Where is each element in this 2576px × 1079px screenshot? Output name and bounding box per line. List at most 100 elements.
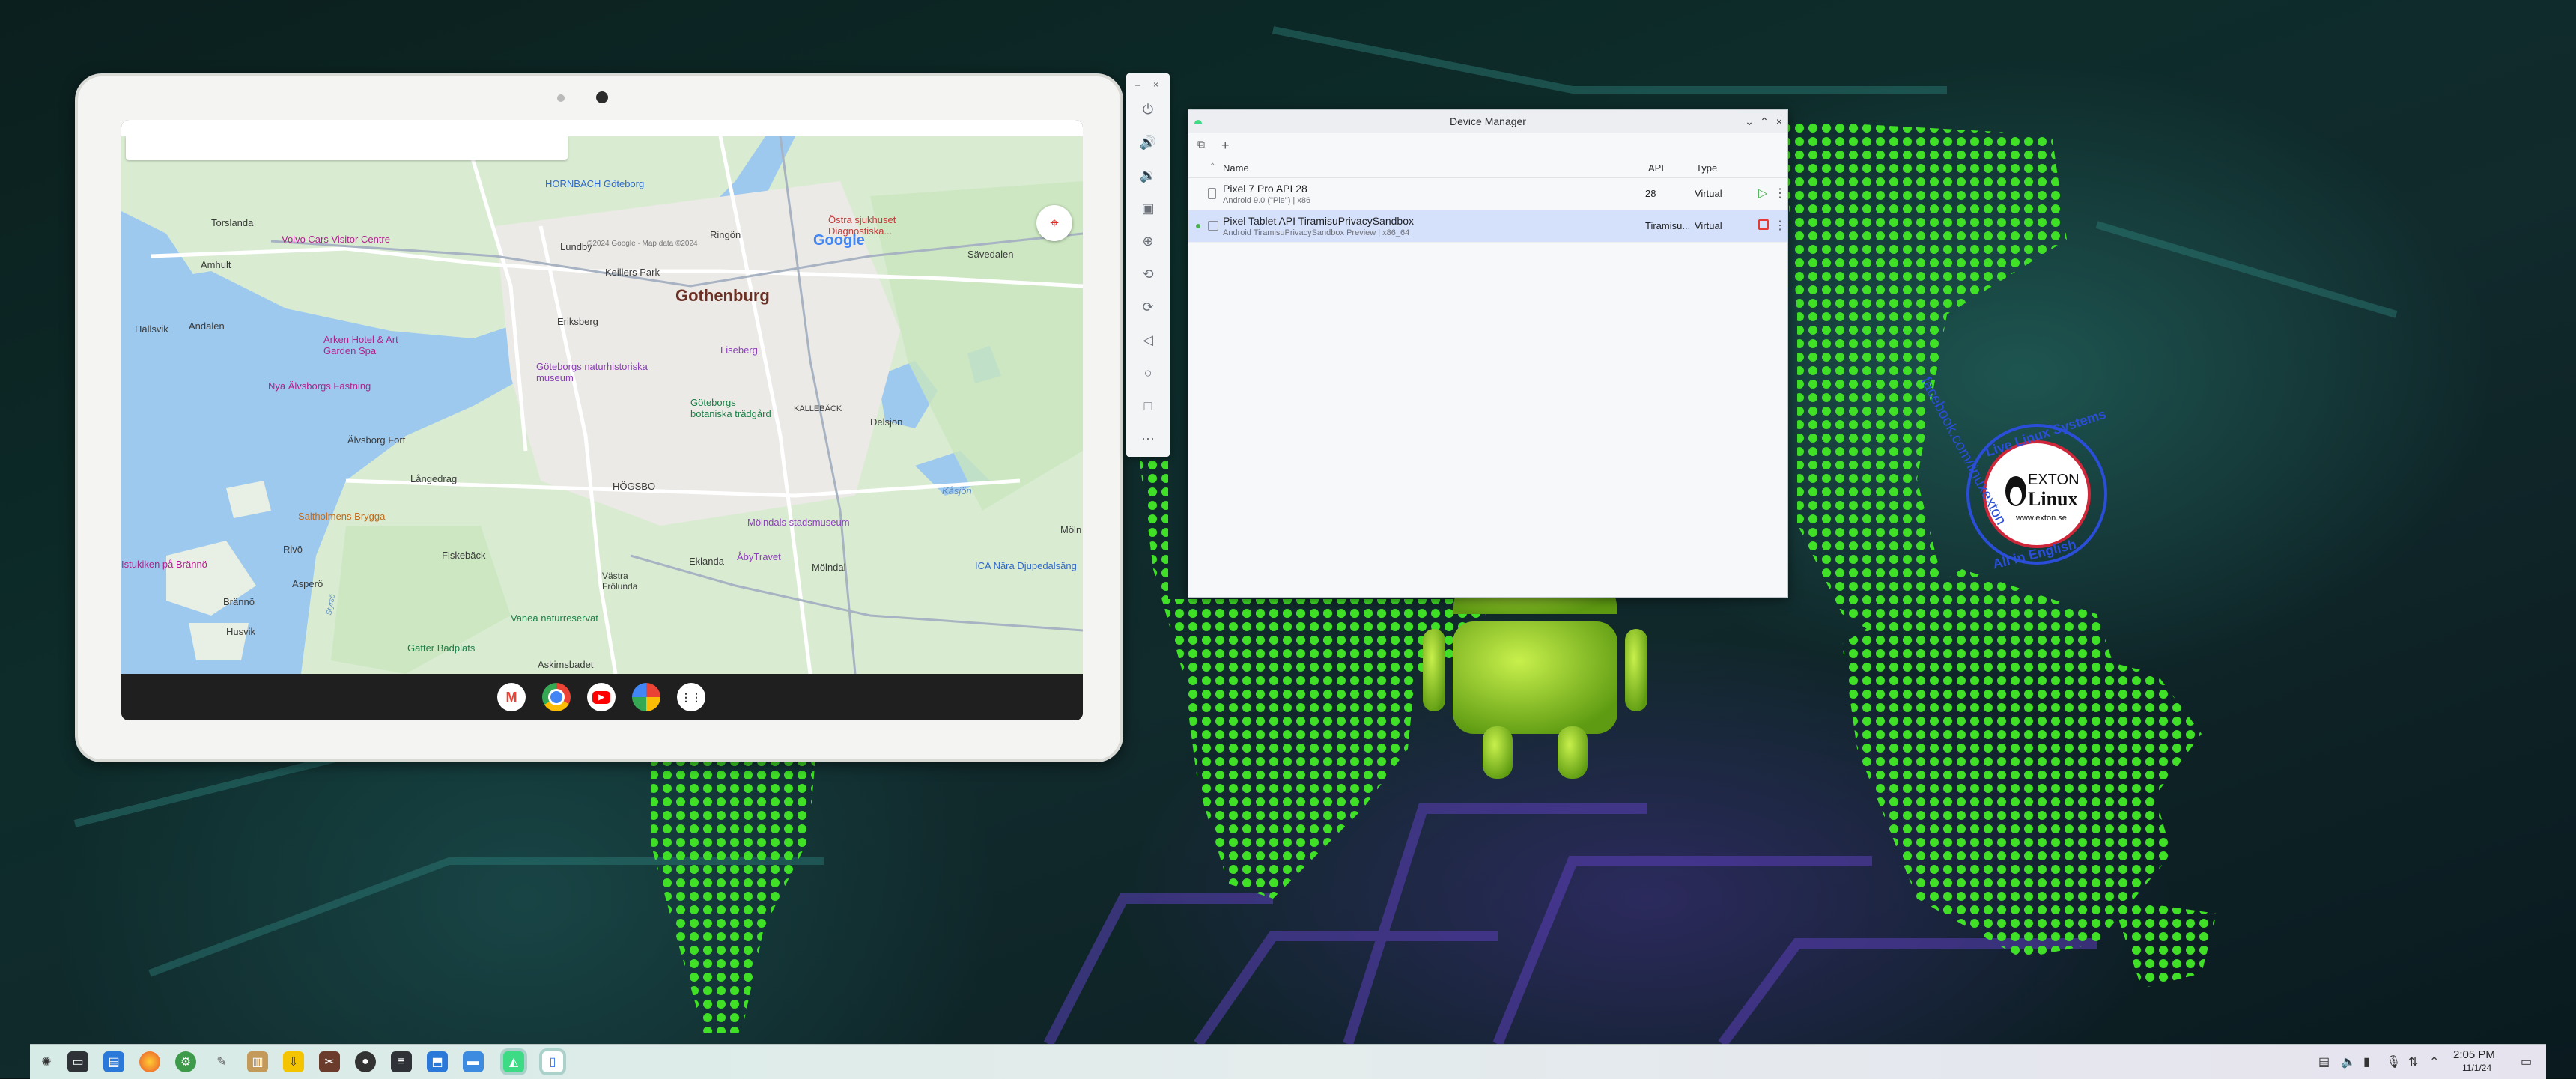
show-desktop-icon[interactable]: ▭ [2521,1054,2532,1069]
sort-icon[interactable]: ⌃ [1209,162,1215,171]
gimp-icon[interactable]: ✎ [211,1051,232,1072]
android-studio-taskbar-icon[interactable]: ◭ [503,1051,524,1072]
map-label: HORNBACH Göteborg [545,178,645,189]
column-type[interactable]: Type [1696,162,1717,174]
play-icon[interactable]: ▷ [1758,186,1767,201]
more-actions-icon[interactable]: ⋮ [1774,218,1786,233]
chrome-icon[interactable] [542,683,571,711]
volume-icon[interactable]: 🔈 [2341,1054,2356,1069]
close-icon[interactable]: × [1153,79,1158,90]
volume-down-icon[interactable]: 🔉 [1137,165,1158,186]
device-name: Pixel Tablet API TiramisuPrivacySandbox [1223,215,1414,227]
rotate-left-icon[interactable]: ⟲ [1137,264,1158,285]
close-icon[interactable]: × [1771,110,1787,133]
system-monitor-icon[interactable]: ≡ [391,1051,412,1072]
emulator-tablet-frame: Gothenburg Torslanda Amhult Hällsvik And… [75,73,1123,762]
device-api: Tiramisu... [1645,220,1691,231]
front-camera [596,91,608,103]
rotate-right-icon[interactable]: ⟳ [1137,297,1158,317]
more-actions-icon[interactable]: ⋮ [1774,186,1786,201]
screenshot-icon[interactable]: ▣ [1137,198,1158,219]
back-icon[interactable]: ◁ [1137,329,1158,350]
map-label: Brännö [223,596,255,607]
watermark-center-line1: EXTON [2028,472,2080,488]
file-manager-icon[interactable]: ▤ [103,1051,124,1072]
tray-expand-icon[interactable]: ⌃ [2429,1054,2439,1069]
firefox-icon[interactable] [139,1051,160,1072]
map-label: Liseberg [720,344,758,356]
crosshair-icon: ⌖ [1050,214,1059,231]
column-name[interactable]: Name [1223,162,1249,174]
tablet-dock: M ▶ ⋮⋮ [121,674,1083,720]
overview-icon[interactable]: □ [1137,395,1158,416]
map-label: Kåsjön [942,485,972,496]
emulator-toolbar: – × ⏻ 🔊 🔉 ▣ ⊕ ⟲ ⟳ ◁ ○ □ ⋯ [1126,73,1170,457]
add-device-icon[interactable]: + [1221,138,1230,154]
clock-time[interactable]: 2:05 PM [2453,1048,2495,1061]
device-name: Pixel 7 Pro API 28 [1223,183,1307,195]
map-label: Älvsborg Fort [347,434,406,446]
media-icon[interactable]: ● [355,1051,376,1072]
map-label: ÅbyTravet [737,551,781,562]
map-label: Göteborgs naturhistoriska museum [536,361,648,383]
map-label: Arken Hotel & Art Garden Spa [323,334,398,356]
device-row-selected[interactable]: Pixel Tablet API TiramisuPrivacySandbox … [1188,210,1787,243]
emulator-taskbar-icon[interactable]: ▯ [542,1051,563,1072]
device-mirroring-icon[interactable]: ⧉ [1197,138,1205,151]
battery-icon[interactable]: ▮ [2363,1054,2370,1069]
zoom-icon[interactable]: ⊕ [1137,231,1158,252]
device-table-header: ⌃ Name API Type [1188,158,1787,178]
maximize-icon[interactable]: ⌃ [1756,110,1772,133]
volume-up-icon[interactable]: 🔊 [1137,132,1158,153]
terminal-icon[interactable]: ▭ [67,1051,88,1072]
youtube-icon[interactable]: ▶ [587,683,616,711]
minimize-icon[interactable]: – [1135,79,1140,90]
store-icon[interactable]: ⬒ [427,1051,448,1072]
download-icon[interactable]: ⇩ [283,1051,304,1072]
more-icon[interactable]: ⋯ [1137,428,1158,449]
device-row[interactable]: Pixel 7 Pro API 28 Android 9.0 ("Pie") |… [1188,178,1787,210]
search-bar[interactable] [126,136,568,160]
archive-icon[interactable]: ▥ [247,1051,268,1072]
app-drawer-icon[interactable]: ⋮⋮ [677,683,705,711]
network-icon[interactable]: ⇅ [2408,1054,2418,1069]
map-label: Delsjön [870,416,903,428]
map-label: Gatter Badplats [407,642,476,654]
map-label: Ringön [710,229,741,240]
google-logo: Google [813,232,865,249]
map-label: KALLEBÄCK [794,404,842,413]
home-icon[interactable]: ○ [1137,362,1158,383]
settings-icon[interactable]: ⚙ [175,1051,196,1072]
map-label: Långedrag [410,473,458,484]
microphone-icon[interactable]: 🎙 [2386,1054,2401,1069]
running-indicator [1196,224,1200,228]
map-label: Torslanda [211,217,254,228]
map-label: Rivö [283,544,303,555]
chevron-down-icon[interactable]: ⌄ [1741,110,1758,133]
map-label: Asperö [292,578,323,589]
folder-icon[interactable]: ▬ [463,1051,484,1072]
gmail-icon[interactable]: M [497,683,526,711]
phone-icon [1208,188,1216,199]
map-copyright: ©2024 Google · Map data ©2024 [587,240,698,248]
my-location-button[interactable]: ⌖ [1036,205,1072,241]
app-launcher-icon[interactable]: ✺ [36,1051,57,1072]
google-map[interactable]: Gothenburg Torslanda Amhult Hällsvik And… [121,136,1083,674]
tablet-icon [1208,221,1218,231]
tools-icon[interactable]: ✂ [319,1051,340,1072]
power-icon[interactable]: ⏻ [1137,99,1158,120]
clipboard-icon[interactable]: ▤ [2318,1054,2330,1069]
device-type: Virtual [1695,188,1722,199]
map-label: Vanea naturreservat [511,613,598,624]
emulator-screen[interactable]: Gothenburg Torslanda Amhult Hällsvik And… [121,120,1083,720]
map-label: Andalen [189,320,225,332]
map-label: Nya Älvsborgs Fästning [268,380,371,392]
photos-icon[interactable] [632,683,660,711]
map-label: Eriksberg [557,316,598,327]
device-manager-toolbar: ⧉ + [1188,133,1787,157]
stop-icon[interactable] [1758,219,1769,230]
column-api[interactable]: API [1648,162,1664,174]
device-details: Android 9.0 ("Pie") | x86 [1223,196,1311,205]
window-titlebar[interactable]: Device Manager ⌄ ⌃ × [1188,110,1787,133]
clock-date[interactable]: 11/1/24 [2462,1063,2491,1073]
